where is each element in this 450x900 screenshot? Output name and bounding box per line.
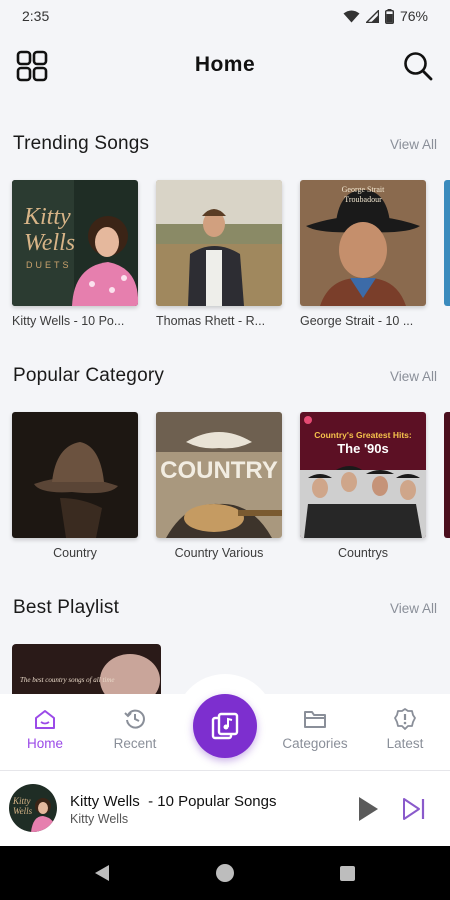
trending-card-peek[interactable] [444,180,450,306]
category-cover: Country's Greatest Hits: The '90s [300,412,426,538]
album-cover [156,180,282,306]
music-library-icon [211,712,239,740]
trending-caption: Kitty Wells - 10 Po... [12,314,125,328]
battery-percent: 76% [399,8,428,24]
album-cover: George Strait Troubadour [300,180,426,306]
trending-card-kitty-wells[interactable]: Kitty Wells DUETS Kitty Wells - 10 Po... [12,180,138,328]
search-icon [404,52,433,81]
category-view-all-link[interactable]: View All [390,369,437,384]
playlist-view-all-link[interactable]: View All [390,601,437,616]
category-title: Popular Category [13,365,165,386]
mini-player[interactable]: Kitty Wells Kitty Wells - 10 Popular Son… [0,771,450,846]
trending-card-thomas-rhett[interactable]: Thomas Rhett - R... [156,180,282,328]
nav-home[interactable]: Home [0,708,90,751]
category-caption: Country Various [174,546,264,560]
trending-view-all-link[interactable]: View All [390,137,437,152]
playlist-cover-text: The best country songs of all time [20,676,115,684]
nav-categories[interactable]: Categories [270,708,360,751]
nav-latest[interactable]: Latest [360,708,450,751]
svg-text:DUETS: DUETS [26,260,72,270]
android-nav-bar [0,846,450,900]
category-cover: COUNTRY [156,412,282,538]
app-header: Home [0,40,450,90]
home-icon [35,710,55,729]
page-title: Home [194,53,256,76]
nav-latest-label: Latest [386,736,424,751]
trending-section-header: Trending Songs View All [13,133,437,155]
category-cover [12,412,138,538]
latest-badge-icon [394,708,416,730]
trending-card-george-strait[interactable]: George Strait Troubadour George Strait -… [300,180,426,328]
wifi-icon [343,10,360,22]
svg-text:Wells: Wells [13,806,33,816]
playlist-title: Best Playlist [13,597,120,618]
status-time: 2:35 [22,8,50,24]
category-caption: Country [53,546,97,560]
category-card-country-various[interactable]: COUNTRY Country Various [156,412,282,560]
trending-caption: George Strait - 10 ... [300,314,414,328]
category-card-countrys[interactable]: Country's Greatest Hits: The '90s Countr… [300,412,426,560]
svg-text:Kitty: Kitty [12,796,31,806]
svg-text:Troubadour: Troubadour [344,195,382,204]
svg-text:The '90s: The '90s [337,441,389,456]
nav-categories-label: Categories [282,736,348,751]
category-section-header: Popular Category View All [13,365,437,387]
nav-recent[interactable]: Recent [90,708,180,751]
mini-player-artist: Kitty Wells [70,812,129,826]
nav-recent-label: Recent [113,736,157,751]
mini-player-artwork: Kitty Wells [9,784,57,832]
category-caption: Countrys [337,546,389,560]
nav-home-label: Home [26,736,63,751]
home-circle-icon[interactable] [214,862,236,884]
bottom-nav: Home Recent Categories Latest [0,674,450,770]
category-row: Country COUNTRY Country Various Country'… [12,412,450,560]
next-button[interactable] [401,796,427,822]
status-bar: 2:35 76% [0,0,450,32]
recents-square-icon[interactable] [339,865,356,882]
trending-caption: Thomas Rhett - R... [156,314,266,328]
grid-menu-button[interactable] [16,50,48,82]
grid-icon [16,50,48,82]
svg-text:Country's Greatest Hits:: Country's Greatest Hits: [314,430,412,440]
trending-title: Trending Songs [13,133,150,154]
play-icon [359,797,378,821]
trending-row: Kitty Wells DUETS Kitty Wells - 10 Po...… [12,180,450,328]
cover-text-kitty: Kitty [23,204,71,230]
svg-text:COUNTRY: COUNTRY [160,457,278,484]
category-card-peek[interactable] [444,412,450,538]
category-card-country[interactable]: Country [12,412,138,560]
signal-icon [365,9,379,23]
play-button[interactable] [355,795,381,823]
history-icon [124,709,145,729]
back-icon[interactable] [92,863,112,883]
status-icons: 76% [343,8,428,24]
skip-next-icon [403,798,425,820]
folder-icon [304,711,326,728]
battery-icon [384,8,394,24]
library-fab-button[interactable] [193,694,257,758]
svg-text:George Strait: George Strait [342,185,386,194]
search-button[interactable] [402,50,434,82]
playlist-section-header: Best Playlist View All [13,597,437,619]
svg-text:Wells: Wells [24,230,75,256]
mini-player-title: Kitty Wells - 10 Popular Songs [70,793,277,810]
album-cover: Kitty Wells DUETS [12,180,138,306]
